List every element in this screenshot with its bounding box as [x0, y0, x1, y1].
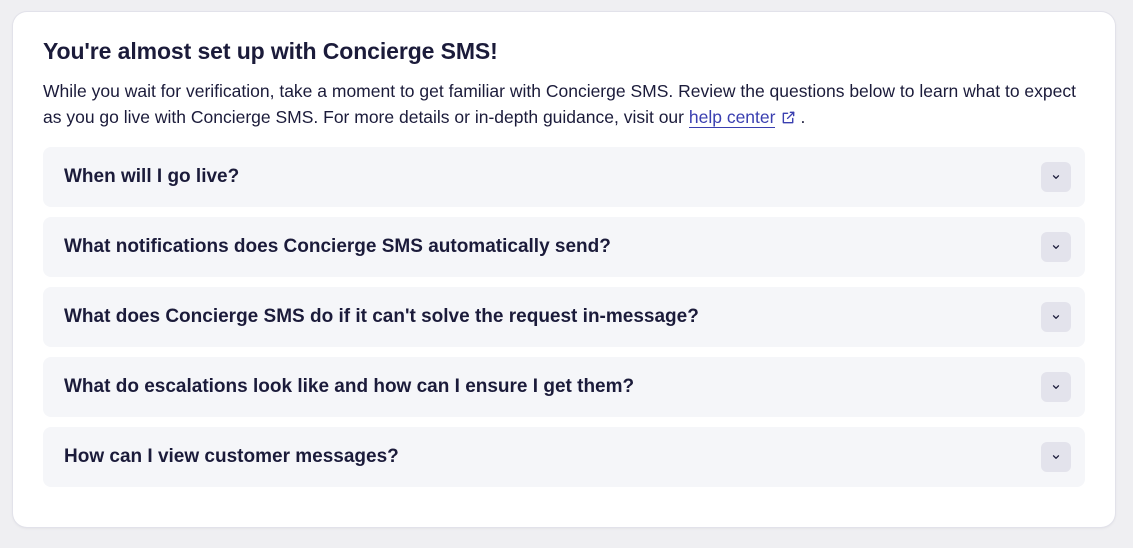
- faq-question: How can I view customer messages?: [64, 446, 399, 467]
- intro-end: .: [800, 107, 806, 127]
- faq-item[interactable]: When will I go live?: [43, 147, 1085, 207]
- chevron-down-icon: [1052, 175, 1060, 179]
- faq-question: When will I go live?: [64, 166, 240, 187]
- faq-question: What do escalations look like and how ca…: [64, 376, 635, 397]
- expand-button[interactable]: [1041, 372, 1071, 402]
- faq-item[interactable]: What does Concierge SMS do if it can't s…: [43, 287, 1085, 347]
- expand-button[interactable]: [1041, 232, 1071, 262]
- expand-button[interactable]: [1041, 442, 1071, 472]
- faq-item[interactable]: How can I view customer messages?: [43, 427, 1085, 487]
- expand-button[interactable]: [1041, 302, 1071, 332]
- page-title: You're almost set up with Concierge SMS!: [43, 38, 498, 64]
- intro-text: While you wait for verification, take a …: [43, 81, 1076, 127]
- faq-question: What notifications does Concierge SMS au…: [64, 236, 611, 257]
- chevron-down-icon: [1052, 315, 1060, 319]
- chevron-down-icon: [1052, 385, 1060, 389]
- faq-question: What does Concierge SMS do if it can't s…: [64, 306, 699, 327]
- faq-list: When will I go live? What notifications …: [43, 147, 1085, 487]
- chevron-down-icon: [1052, 245, 1060, 249]
- setup-card: You're almost set up with Concierge SMS!…: [13, 12, 1115, 527]
- faq-item[interactable]: What do escalations look like and how ca…: [43, 357, 1085, 417]
- intro-paragraph: While you wait for verification, take a …: [43, 78, 1085, 130]
- help-center-link[interactable]: help center: [688, 107, 776, 128]
- expand-button[interactable]: [1041, 162, 1071, 192]
- chevron-down-icon: [1052, 455, 1060, 459]
- external-link-icon[interactable]: [781, 110, 796, 125]
- faq-item[interactable]: What notifications does Concierge SMS au…: [43, 217, 1085, 277]
